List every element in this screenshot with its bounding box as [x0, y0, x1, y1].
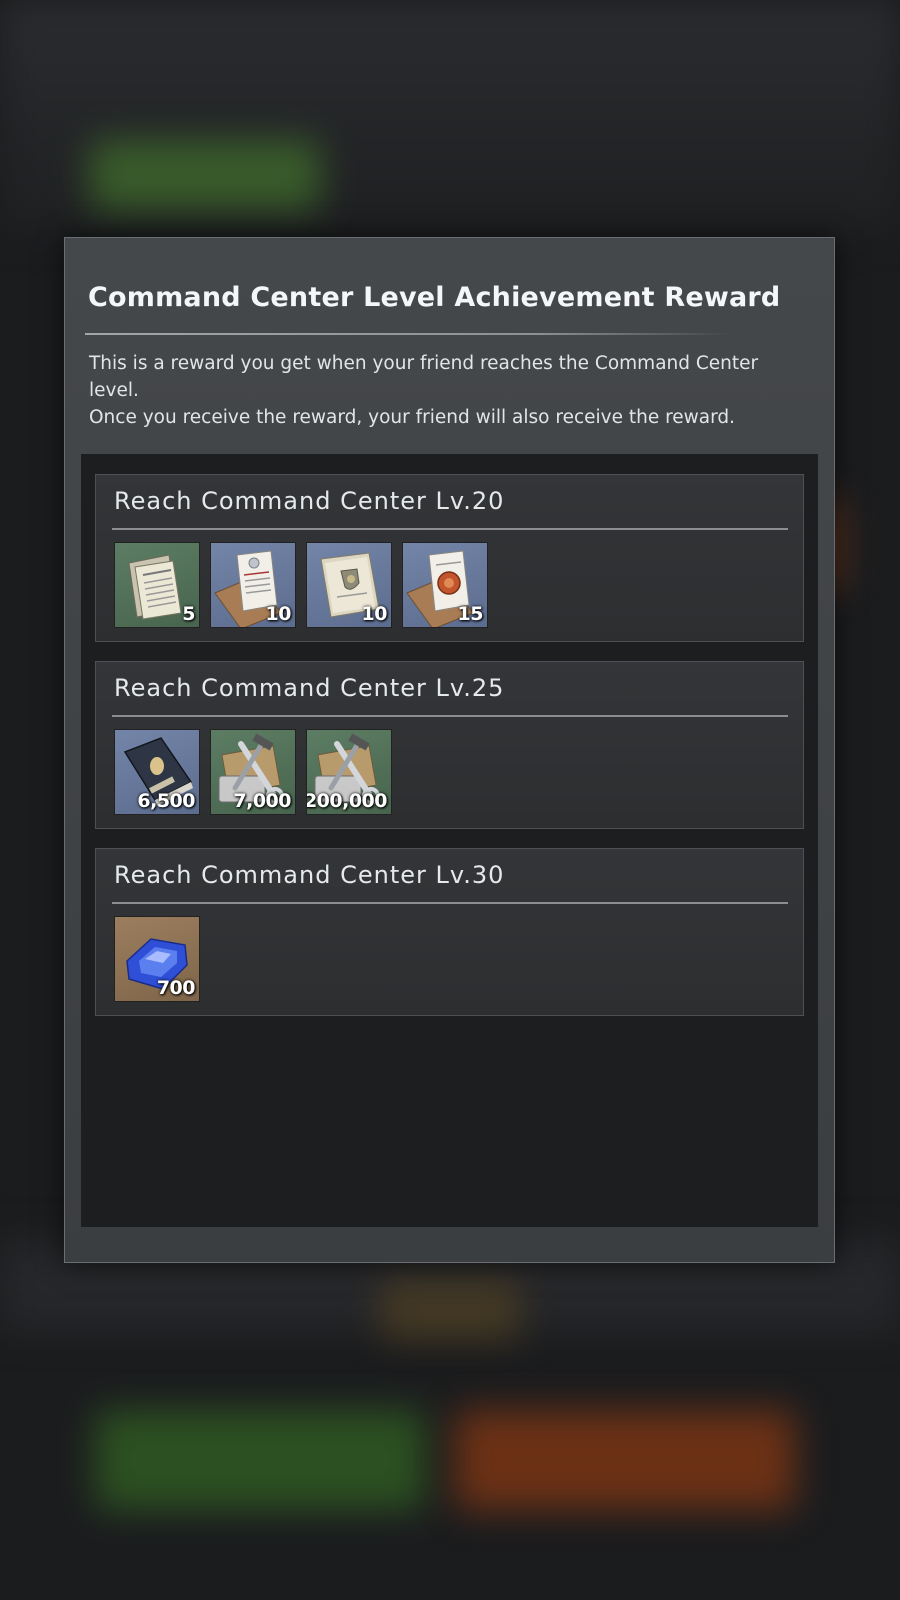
reward-item[interactable]: 10 — [306, 542, 392, 628]
reward-item[interactable]: 7,000 — [210, 729, 296, 815]
item-quantity: 5 — [182, 603, 195, 625]
reward-item[interactable]: 200,000 — [306, 729, 392, 815]
reward-item[interactable]: 700 — [114, 916, 200, 1002]
reward-items: 6,500 7,000 200,000 — [114, 729, 392, 815]
milestone-divider — [112, 715, 788, 717]
reward-item[interactable]: 10 — [210, 542, 296, 628]
reward-item[interactable]: 5 — [114, 542, 200, 628]
milestone-label: Reach Command Center Lv.25 — [114, 674, 505, 702]
reward-item[interactable]: 6,500 — [114, 729, 200, 815]
dialog-description: This is a reward you get when your frien… — [89, 350, 809, 431]
dialog-title: Command Center Level Achievement Reward — [88, 282, 781, 313]
item-quantity: 10 — [265, 603, 292, 625]
item-quantity: 10 — [361, 603, 388, 625]
reward-items: 700 — [114, 916, 200, 1002]
milestone-label: Reach Command Center Lv.20 — [114, 487, 505, 515]
milestone-lv25: Reach Command Center Lv.25 6,500 7,000 2… — [95, 661, 804, 829]
milestone-label: Reach Command Center Lv.30 — [114, 861, 505, 889]
achievement-reward-dialog: Command Center Level Achievement Reward … — [64, 237, 835, 1263]
milestone-lv20: Reach Command Center Lv.20 5 10 10 15 — [95, 474, 804, 642]
reward-item[interactable]: 15 — [402, 542, 488, 628]
description-line-2: Once you receive the reward, your friend… — [89, 407, 736, 428]
item-quantity: 700 — [156, 977, 196, 999]
description-line-1: This is a reward you get when your frien… — [89, 353, 759, 401]
reward-items: 5 10 10 15 — [114, 542, 488, 628]
reward-list[interactable]: Reach Command Center Lv.20 5 10 10 15 Re… — [81, 454, 818, 1227]
item-quantity: 7,000 — [233, 790, 291, 812]
item-quantity: 15 — [457, 603, 484, 625]
title-divider — [85, 333, 730, 335]
milestone-lv30: Reach Command Center Lv.30 700 — [95, 848, 804, 1016]
item-quantity: 6,500 — [137, 790, 195, 812]
milestone-divider — [112, 902, 788, 904]
item-quantity: 200,000 — [306, 790, 388, 812]
milestone-divider — [112, 528, 788, 530]
